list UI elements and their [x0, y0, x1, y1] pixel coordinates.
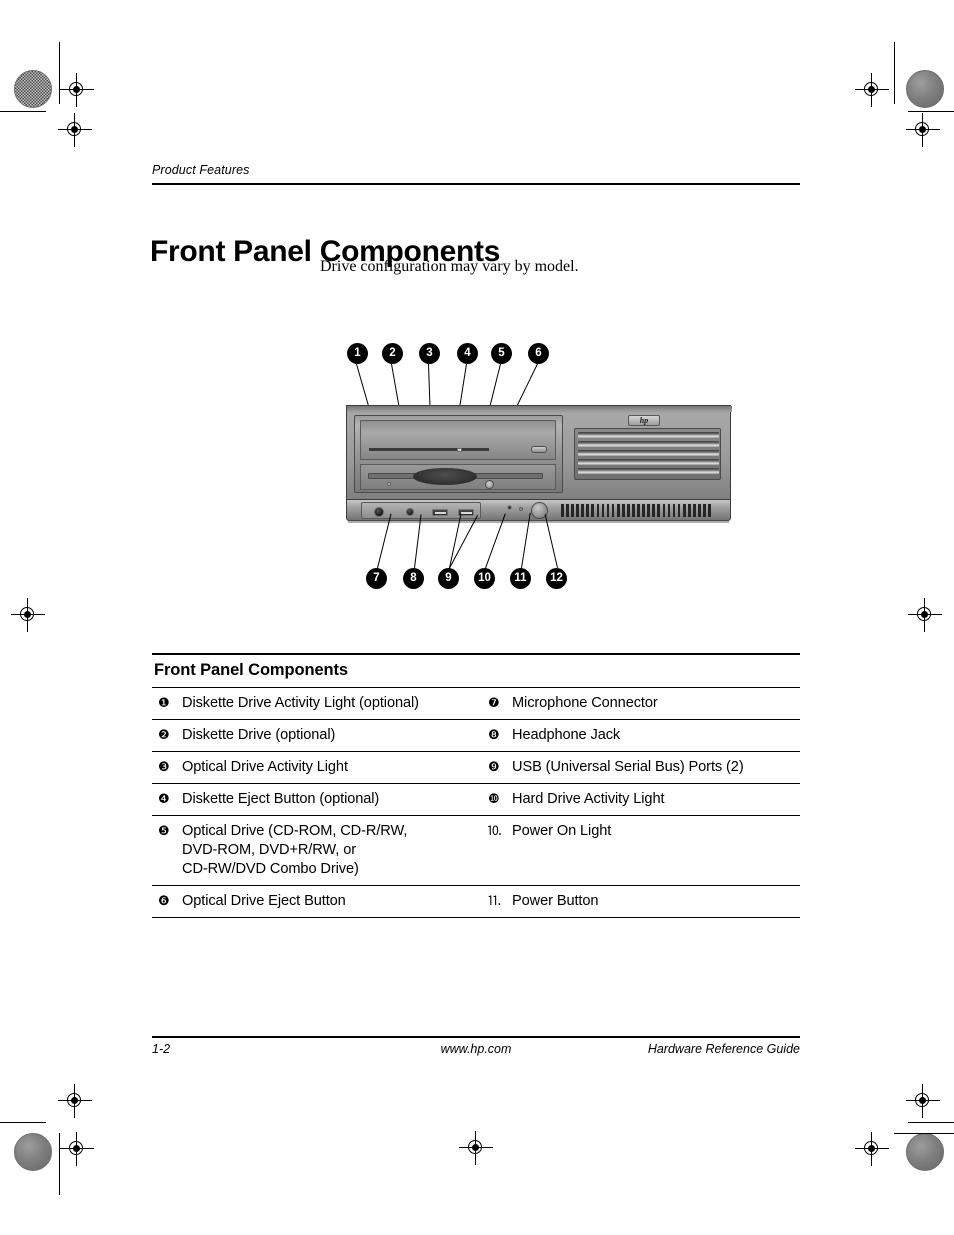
component-label-12: Power Button	[512, 893, 599, 910]
table-cell-right: ❾ USB (Universal Serial Bus) Ports (2)	[482, 758, 800, 777]
table-row: ❹ Diskette Eject Button (optional) ❿ Har…	[152, 784, 800, 815]
table-row: ❷ Diskette Drive (optional) ❽ Headphone …	[152, 720, 800, 751]
callout-2: 2	[382, 343, 403, 364]
drive-bay-panel	[354, 415, 563, 493]
callout-marker-7: ❼	[488, 696, 500, 712]
component-label-8: Headphone Jack	[512, 727, 621, 744]
component-label-1: Diskette Drive Activity Light (optional)	[182, 695, 419, 712]
diskette-drive	[360, 464, 556, 490]
document-page: Product Features Front Panel Components …	[0, 0, 954, 1235]
computer-chassis: hp	[346, 405, 732, 523]
optical-drive-eject-button	[531, 446, 547, 453]
callout-4: 4	[457, 343, 478, 364]
header-rule	[152, 183, 800, 185]
component-label-3: Optical Drive Activity Light	[182, 759, 348, 776]
table-cell-left: ❹ Diskette Eject Button (optional)	[152, 790, 482, 809]
table-cell-left: ❶ Diskette Drive Activity Light (optiona…	[152, 694, 482, 713]
hard-drive-activity-light	[507, 505, 512, 510]
callout-10: 10	[474, 568, 495, 589]
table-cell-right: ❼ Microphone Connector	[482, 694, 800, 713]
microphone-connector	[374, 507, 384, 517]
callout-marker-9: ❾	[488, 760, 500, 776]
callout-marker-1: ❶	[158, 696, 170, 712]
component-label-10: Hard Drive Activity Light	[512, 791, 665, 808]
case-body: hp	[346, 405, 732, 503]
bezel-louvers	[574, 428, 721, 480]
page-footer: 1-2 www.hp.com Hardware Reference Guide	[152, 1042, 800, 1056]
table-bottom-rule	[152, 917, 800, 919]
power-on-light	[519, 507, 523, 511]
callout-1: 1	[347, 343, 368, 364]
callout-marker-3: ❸	[158, 760, 170, 776]
component-label-4: Diskette Eject Button (optional)	[182, 791, 380, 808]
component-label-7: Microphone Connector	[512, 695, 658, 712]
callout-11: 11	[510, 568, 531, 589]
diskette-drive-activity-light	[387, 482, 391, 486]
callout-marker-6: ❻	[158, 894, 170, 910]
diskette-drive-bezel	[413, 468, 477, 485]
callout-3: 3	[419, 343, 440, 364]
table-row: ❻ Optical Drive Eject Button ⒒ Power But…	[152, 886, 800, 917]
table-cell-left: ❻ Optical Drive Eject Button	[152, 892, 482, 911]
table-cell-right: ⒑ Power On Light	[482, 822, 800, 879]
front-panel-illustration: 1 2 3 4 5 6 hp 7 8 9 10 11 12	[330, 335, 750, 600]
hp-logo: hp	[628, 415, 660, 426]
callout-9: 9	[438, 568, 459, 589]
callout-marker-10: ❿	[488, 792, 500, 808]
hp-logo-text: hp	[639, 415, 649, 425]
front-bezel-right: hp	[570, 415, 725, 493]
case-top-edge	[347, 406, 732, 412]
front-io-strip	[346, 499, 731, 521]
front-panel-components-table: Front Panel Components ❶ Diskette Drive …	[152, 653, 800, 919]
leader-line-5	[488, 363, 501, 409]
usb-port-1	[432, 509, 448, 516]
callout-5: 5	[491, 343, 512, 364]
table-cell-left: ❺ Optical Drive (CD-ROM, CD-R/RW, DVD-RO…	[152, 822, 482, 879]
component-label-2: Diskette Drive (optional)	[182, 727, 336, 744]
footer-website[interactable]: www.hp.com	[152, 1042, 800, 1056]
optical-drive	[360, 420, 556, 460]
headphone-jack	[406, 508, 414, 516]
callout-6: 6	[528, 343, 549, 364]
callout-marker-4: ❹	[158, 792, 170, 808]
diskette-eject-button	[485, 480, 494, 489]
table-row: ❺ Optical Drive (CD-ROM, CD-R/RW, DVD-RO…	[152, 816, 800, 885]
base-vent-slots	[561, 504, 711, 517]
component-label-11: Power On Light	[512, 823, 612, 840]
optical-drive-slot	[369, 448, 489, 451]
callout-marker-8: ❽	[488, 728, 500, 744]
table-row: ❶ Diskette Drive Activity Light (optiona…	[152, 688, 800, 719]
table-cell-left: ❸ Optical Drive Activity Light	[152, 758, 482, 777]
case-shadow	[348, 520, 729, 523]
callout-7: 7	[366, 568, 387, 589]
table-title: Front Panel Components	[154, 661, 348, 680]
callout-marker-12: ⒒	[488, 894, 502, 910]
component-label-6: Optical Drive Eject Button	[182, 893, 346, 910]
optical-drive-activity-light	[457, 448, 462, 452]
table-cell-right: ⒒ Power Button	[482, 892, 800, 911]
callout-marker-2: ❷	[158, 728, 170, 744]
footer-rule	[152, 1036, 800, 1038]
callout-marker-5: ❺	[158, 824, 170, 840]
callout-12: 12	[546, 568, 567, 589]
running-header: Product Features	[152, 163, 250, 177]
component-label-9: USB (Universal Serial Bus) Ports (2)	[512, 759, 744, 776]
intro-paragraph: Drive configuration may vary by model.	[320, 258, 579, 275]
callout-8: 8	[403, 568, 424, 589]
table-row: ❸ Optical Drive Activity Light ❾ USB (Un…	[152, 752, 800, 783]
table-cell-left: ❷ Diskette Drive (optional)	[152, 726, 482, 745]
component-label-5: Optical Drive (CD-ROM, CD-R/RW, DVD-ROM,…	[182, 823, 408, 878]
table-cell-right: ❽ Headphone Jack	[482, 726, 800, 745]
callout-marker-11: ⒑	[488, 824, 502, 840]
table-cell-right: ❿ Hard Drive Activity Light	[482, 790, 800, 809]
